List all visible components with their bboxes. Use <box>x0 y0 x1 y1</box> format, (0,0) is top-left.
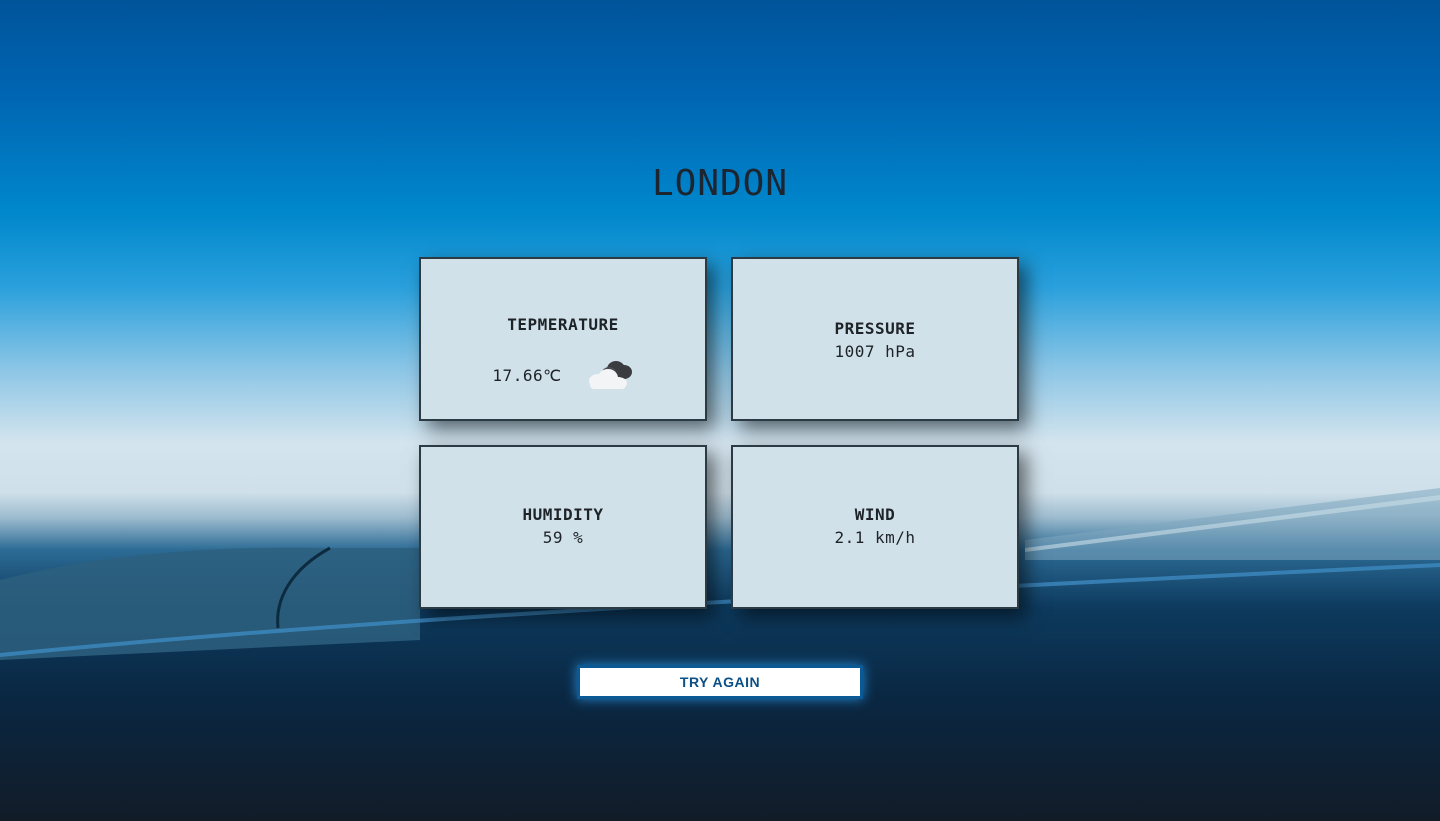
wind-value: 2.1 km/h <box>834 528 916 547</box>
city-title: LONDON <box>651 163 789 204</box>
pressure-value: 1007 hPa <box>834 342 916 361</box>
humidity-value: 59 % <box>542 528 584 547</box>
try-again-button[interactable]: TRY AGAIN <box>577 665 863 699</box>
wind-card: WIND 2.1 km/h <box>731 445 1019 609</box>
temperature-card: TEPMERATURE 17.66℃ <box>419 257 707 421</box>
humidity-label: HUMIDITY <box>522 505 604 524</box>
humidity-card: HUMIDITY 59 % <box>419 445 707 609</box>
pressure-label: PRESSURE <box>834 319 916 338</box>
temperature-row: 17.66℃ <box>421 355 705 391</box>
wind-label: WIND <box>854 505 896 524</box>
pressure-card: PRESSURE 1007 hPa <box>731 257 1019 421</box>
temperature-label: TEPMERATURE <box>507 315 619 334</box>
cloud-icon <box>588 361 632 389</box>
temperature-value: 17.66℃ <box>492 365 562 385</box>
